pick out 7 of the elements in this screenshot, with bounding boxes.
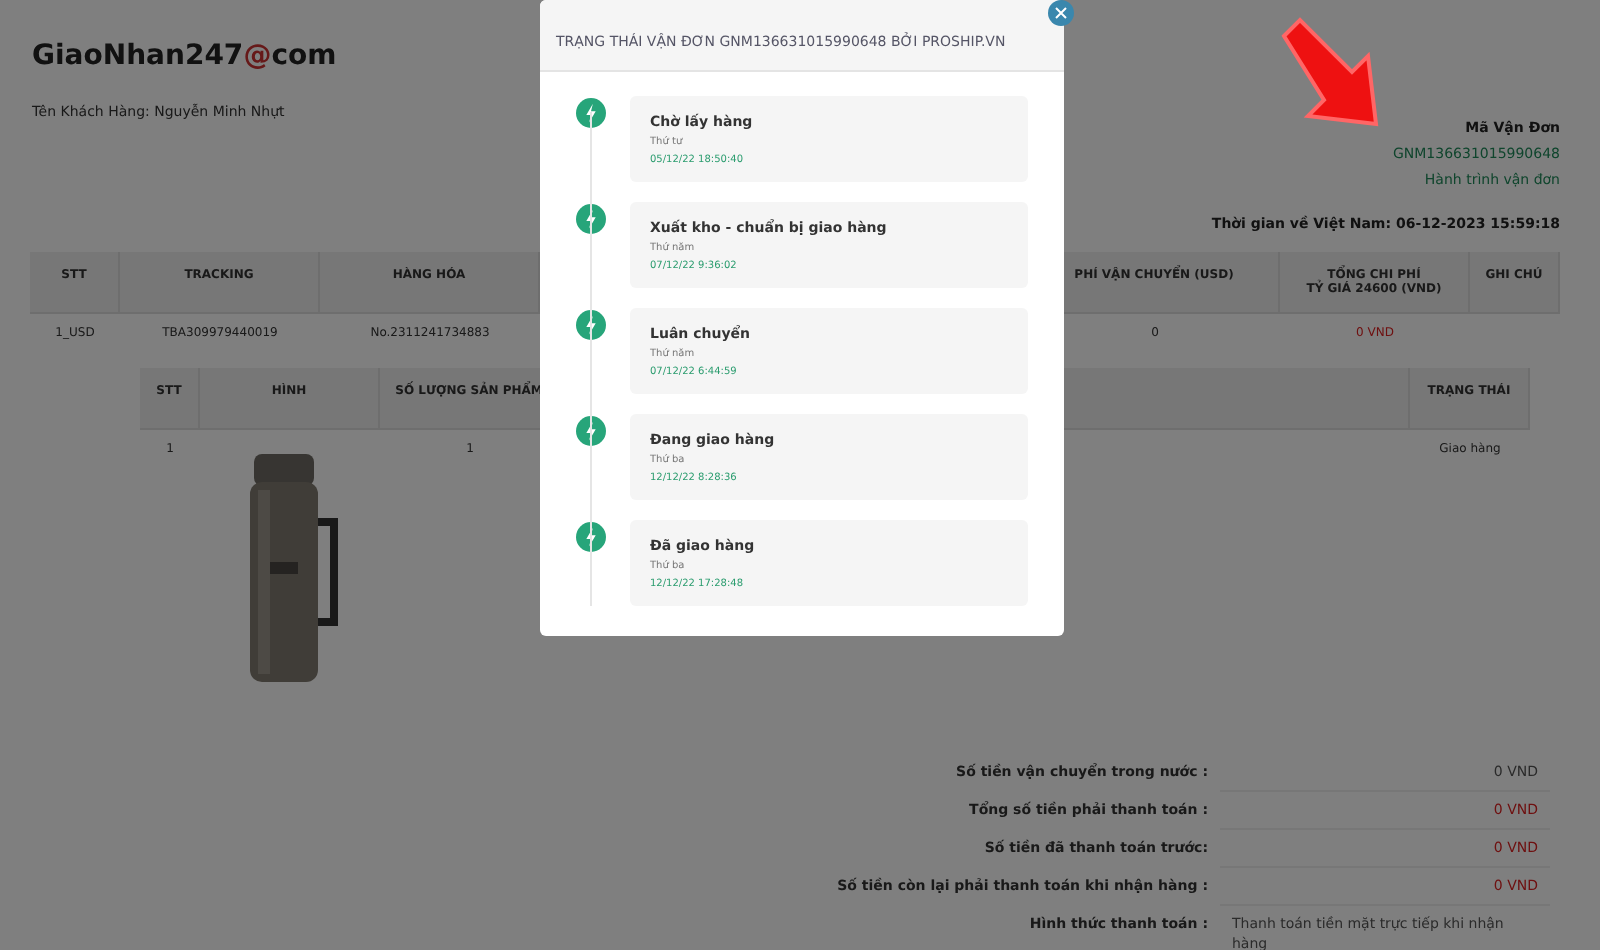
- lightning-icon: [576, 416, 606, 446]
- lightning-icon: [576, 98, 606, 128]
- lightning-icon: [576, 310, 606, 340]
- close-button[interactable]: [1048, 0, 1074, 26]
- lightning-icon: [576, 204, 606, 234]
- lightning-icon: [576, 522, 606, 552]
- logo: GiaoNhan247@com: [32, 38, 337, 76]
